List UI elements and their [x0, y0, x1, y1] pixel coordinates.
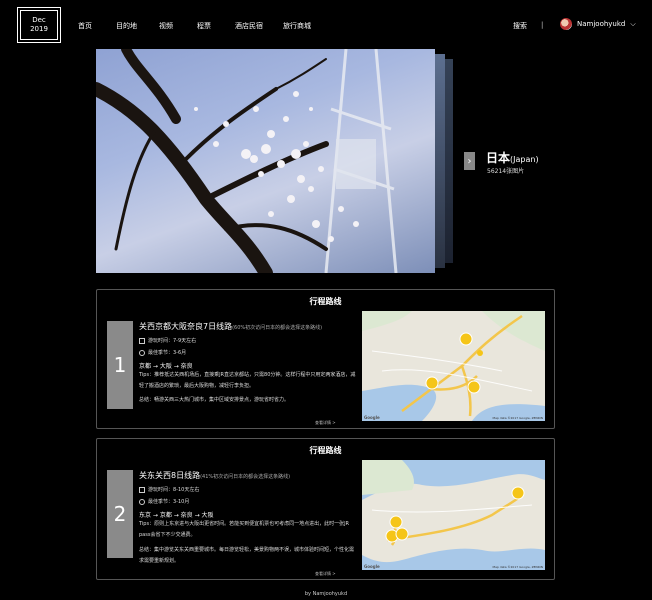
gallery-stack-middle: [435, 54, 445, 268]
map-illustration: [362, 311, 545, 421]
nav-destinations[interactable]: 目的地: [116, 21, 159, 31]
username: Namjoohyukd: [577, 20, 626, 28]
nav-home[interactable]: 首页: [78, 21, 116, 31]
route-season-text: 最佳季节：3-6月: [148, 350, 187, 356]
clock-icon: [139, 498, 145, 505]
country-name: 日本(Japan): [486, 149, 539, 166]
route-path: 东京 → 京都 → 奈良 → 大阪: [139, 512, 214, 519]
route-season-text: 最佳季节：3-10月: [148, 499, 190, 505]
main-nav: 首页 目的地 视频 程票 酒店民宿 旅行商城: [78, 21, 323, 31]
calendar-icon: [139, 486, 145, 493]
cherry-blossom-illustration: [96, 49, 398, 273]
route-number: 2: [107, 470, 133, 558]
map-google-brand: Google: [364, 415, 380, 420]
route-section-title: 行程路线: [309, 446, 342, 455]
map-illustration: [362, 460, 545, 570]
route-note: (41%初次访问日本的都会选择这条路线): [200, 474, 291, 480]
route-duration: 游玩时间：8-10天左右: [139, 486, 199, 493]
route-map-kanto-kansai[interactable]: Google Map data ©2017 Google, ZENRIN: [362, 460, 545, 570]
route-path: 京都 → 大阪 → 奈良: [139, 363, 193, 370]
route-card-1: 行程路线 1 关西京都大阪奈良7日线路(60%初次访问日本的都会选择这条路线) …: [96, 289, 555, 429]
photo-count: 56214张图片: [487, 168, 525, 175]
route-season: 最佳季节：3-10月: [139, 498, 189, 505]
nav-shop[interactable]: 旅行商城: [283, 21, 323, 31]
next-photo-button[interactable]: ›: [464, 152, 475, 170]
route-details-link[interactable]: 查看详情 >: [315, 420, 336, 426]
route-duration: 游玩时间：7-9天左右: [139, 337, 196, 344]
route-duration-text: 游玩时间：7-9天左右: [148, 338, 197, 344]
route-tips: Tips：原则上东京进与大阪出更省时间。若能买到便宜机票也可考虑同一地点进出，此…: [139, 521, 350, 538]
footer-credit: by Namjoohyukd: [304, 591, 348, 597]
route-card-2: 行程路线 2 关东关西8日线路(41%初次访问日本的都会选择这条路线) 游玩时间…: [96, 438, 555, 580]
header-divider: |: [541, 21, 544, 29]
route-season: 最佳季节：3-6月: [139, 349, 186, 356]
search-link[interactable]: 搜索: [513, 21, 527, 31]
calendar-icon: [139, 337, 145, 344]
nav-hotels[interactable]: 酒店民宿: [235, 21, 283, 31]
logo[interactable]: Dec 2019: [17, 7, 61, 43]
nav-videos[interactable]: 视频: [159, 21, 197, 31]
route-name-text: 关东关西8日线路: [139, 471, 201, 480]
route-name-text: 关西京都大阪奈良7日线路: [139, 322, 233, 331]
country-name-en: (Japan): [510, 155, 539, 164]
route-name: 关西京都大阪奈良7日线路(60%初次访问日本的都会选择这条路线): [139, 321, 322, 332]
map-credit: Map data ©2017 Google, ZENRIN: [492, 416, 543, 420]
gallery-stack-back: [445, 59, 453, 263]
route-number: 1: [107, 321, 133, 409]
avatar: [560, 18, 572, 30]
logo-year: 2019: [30, 25, 48, 33]
route-tips: Tips：推荐抵达关西机场后，直接乘JR直达京都站，只需80分钟。这样行程中只用…: [139, 372, 356, 389]
route-name: 关东关西8日线路(41%初次访问日本的都会选择这条路线): [139, 470, 290, 481]
route-summary: 总结：畅游关西三大热门城市，集中区域安排景点，游玩省时省力。: [139, 397, 290, 403]
user-menu[interactable]: Namjoohyukd ⌵: [560, 18, 636, 30]
logo-month: Dec: [32, 16, 46, 24]
clock-icon: [139, 349, 145, 356]
route-details-link[interactable]: 查看详情 >: [315, 571, 336, 577]
route-map-kansai[interactable]: Google Map data ©2017 Google, ZENRIN: [362, 311, 545, 421]
route-note: (60%初次访问日本的都会选择这条路线): [232, 325, 323, 331]
map-credit: Map data ©2017 Google, ZENRIN: [492, 565, 543, 569]
chevron-down-icon: ⌵: [630, 19, 636, 28]
route-duration-text: 游玩时间：8-10天左右: [148, 487, 200, 493]
route-section-title: 行程路线: [309, 297, 342, 306]
route-summary: 总结：集中游览关东关西重要城市。每日游览轻松，美景购物两不误，城市体验时间短，个…: [139, 547, 355, 564]
nav-tickets[interactable]: 程票: [197, 21, 235, 31]
map-google-brand: Google: [364, 564, 380, 569]
country-name-cn: 日本: [486, 151, 511, 165]
hero-photo-cherry-blossom[interactable]: [96, 49, 435, 273]
